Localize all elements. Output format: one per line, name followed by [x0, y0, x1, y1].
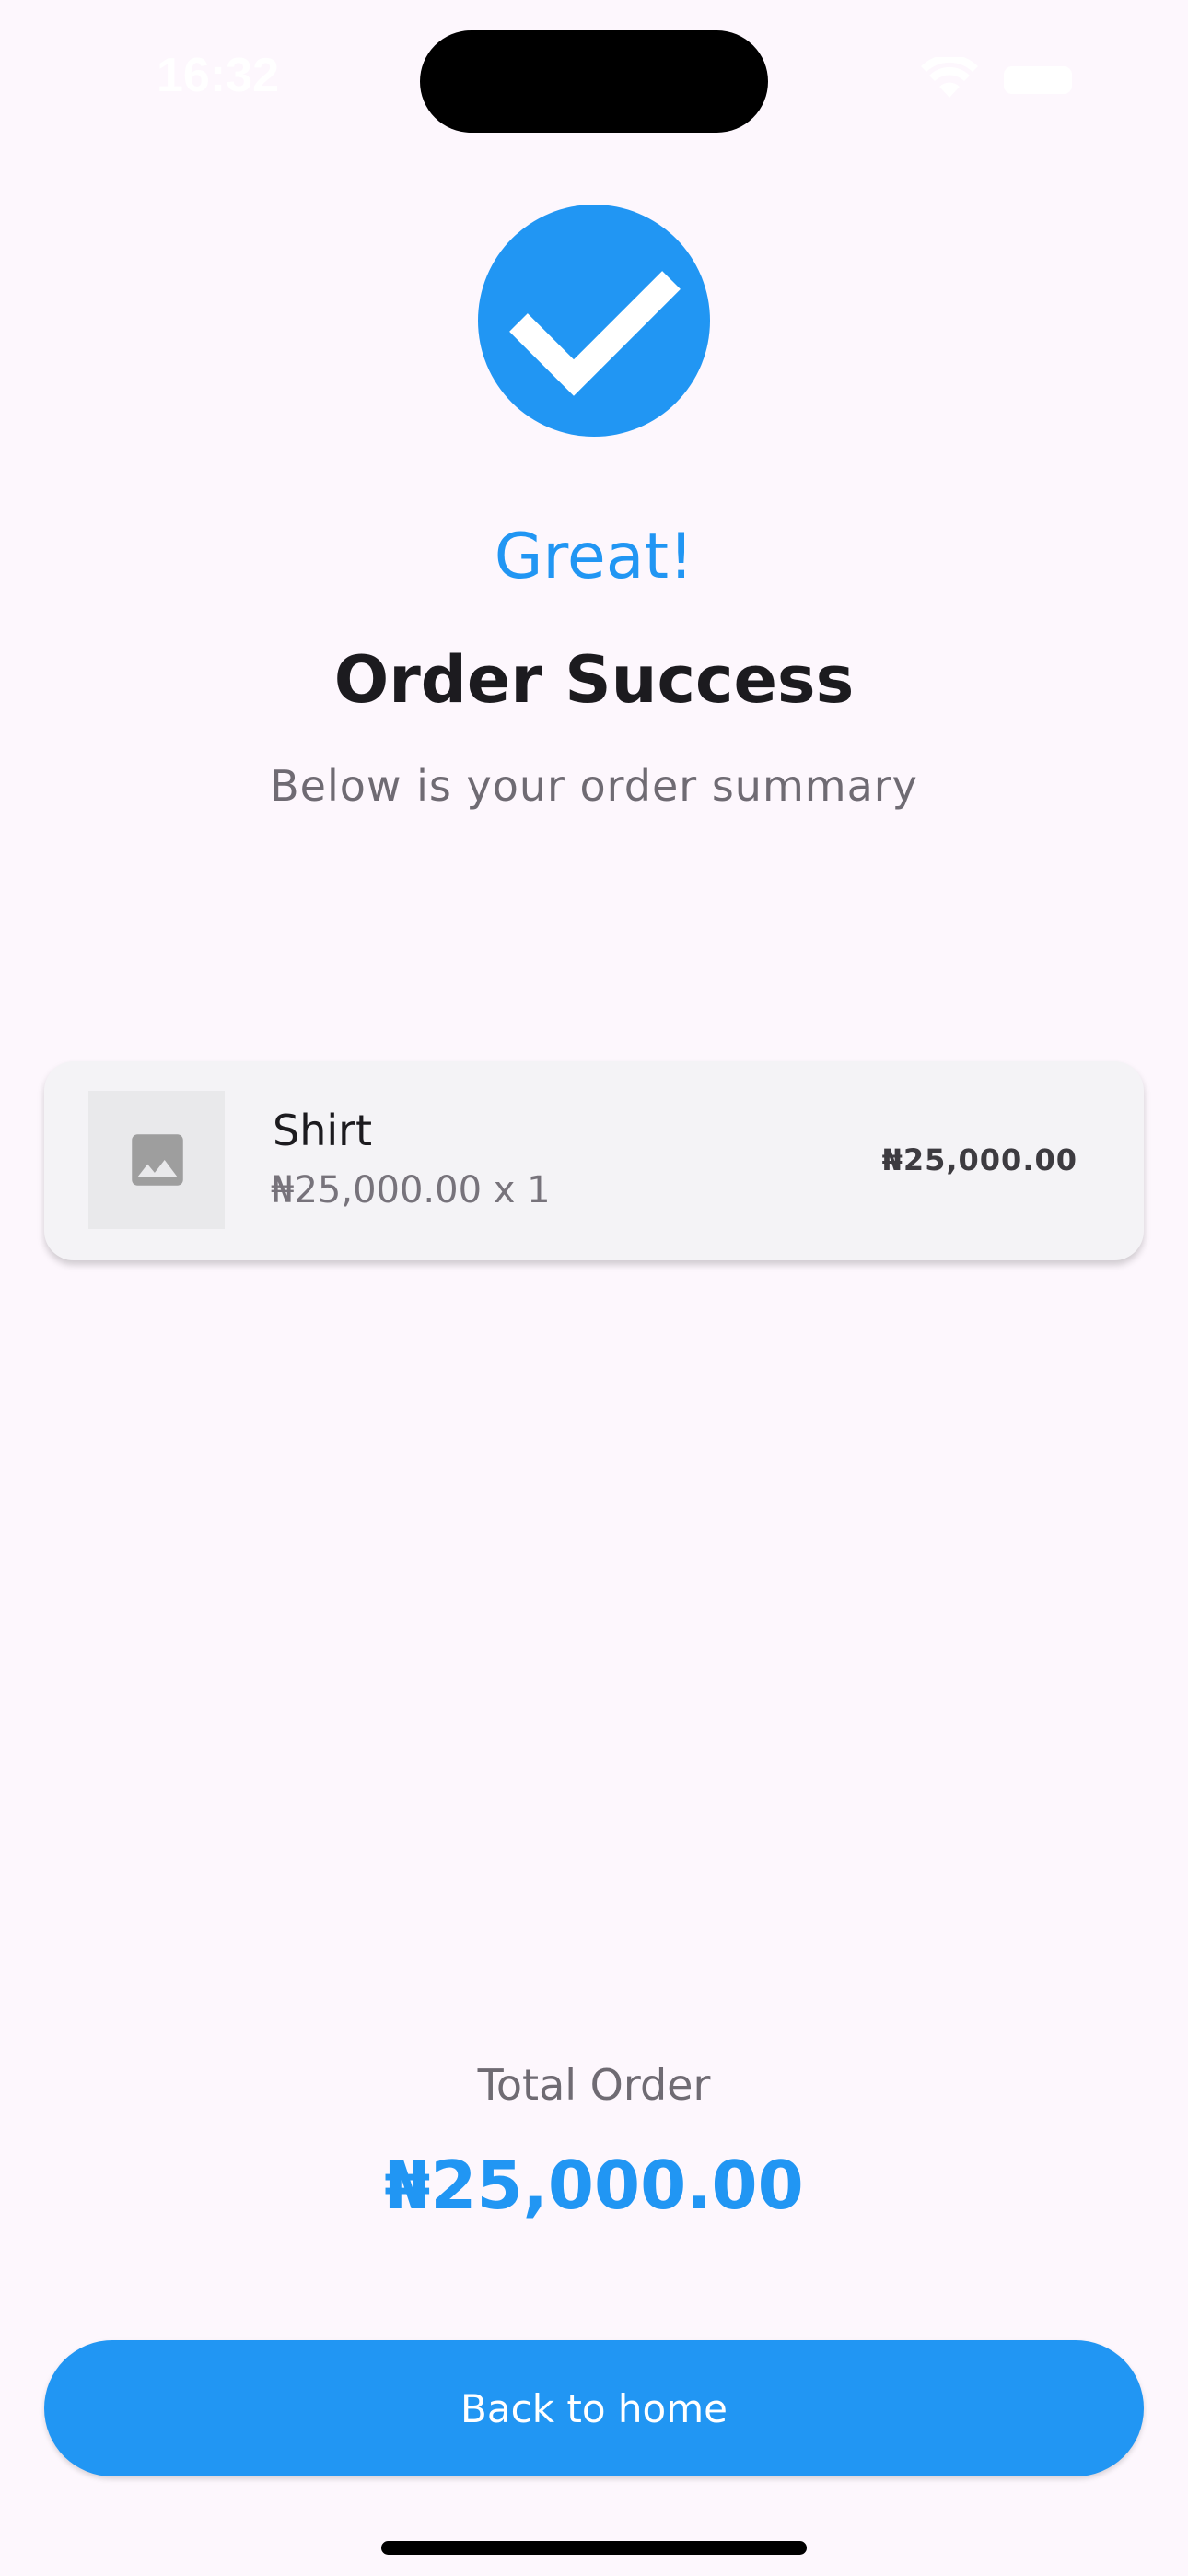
item-line-total: ₦25,000.00	[881, 1142, 1077, 1177]
total-order-label: Total Order	[477, 2060, 711, 2110]
status-bar-time: 16:32	[157, 49, 279, 102]
item-thumbnail	[88, 1091, 225, 1229]
page-subtitle: Below is your order summary	[270, 761, 918, 811]
item-price-quantity: ₦25,000.00 x 1	[271, 1169, 551, 1212]
dynamic-island	[420, 30, 768, 133]
back-to-home-button[interactable]: Back to home	[44, 2340, 1144, 2476]
great-text: Great!	[494, 521, 694, 593]
image-placeholder-icon	[132, 1134, 183, 1186]
page-title: Order Success	[333, 642, 855, 718]
check-circle-icon	[478, 205, 710, 437]
battery-icon	[1004, 66, 1072, 94]
order-item-card[interactable]: Shirt ₦25,000.00 x 1 ₦25,000.00	[44, 1061, 1144, 1260]
item-name: Shirt	[273, 1106, 373, 1155]
total-order-value: ₦25,000.00	[384, 2147, 804, 2224]
wifi-icon	[921, 54, 978, 98]
home-indicator	[381, 2541, 807, 2555]
